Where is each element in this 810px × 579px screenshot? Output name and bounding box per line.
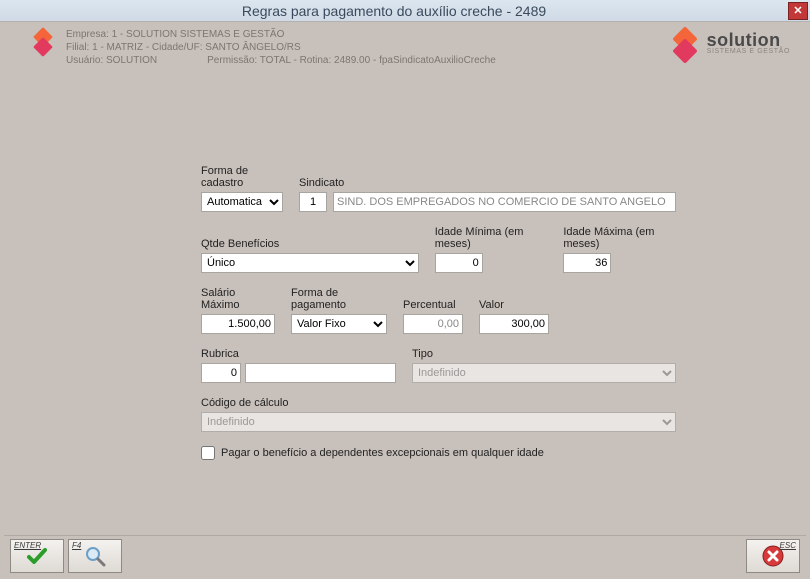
codigo-calculo-select: Indefinido (201, 412, 676, 432)
sindicato-nome-input (333, 192, 676, 212)
enter-hint: ENTER (14, 541, 41, 550)
label-salario-max: Salário Máximo (201, 287, 275, 311)
label-qtde-beneficios: Qtde Benefícios (201, 238, 419, 250)
search-button[interactable]: F4 (68, 539, 122, 573)
footer-toolbar: ENTER F4 ESC (4, 535, 806, 575)
label-pagar-excepcionais: Pagar o benefício a dependentes excepcio… (221, 447, 544, 459)
header-empresa: Empresa: 1 - SOLUTION SISTEMAS E GESTÃO (66, 28, 669, 41)
close-button[interactable]: ✕ (788, 2, 808, 20)
qtde-beneficios-select[interactable]: Único (201, 253, 419, 273)
form-area: Forma de cadastro Automatica Sindicato Q… (201, 165, 676, 460)
header-permissao: Permissão: TOTAL - Rotina: 2489.00 - fpa… (207, 54, 496, 67)
label-idade-max: Idade Máxima (em meses) (563, 226, 676, 250)
app-logo-small (30, 30, 56, 56)
label-tipo: Tipo (412, 348, 676, 360)
percentual-input (403, 314, 463, 334)
form-canvas: Forma de cadastro Automatica Sindicato Q… (6, 70, 804, 529)
brand-icon (669, 30, 701, 62)
brand-subtitle: SISTEMAS E GESTÃO (707, 45, 790, 58)
label-forma-pagamento: Forma de pagamento (291, 287, 387, 311)
label-rubrica: Rubrica (201, 348, 396, 360)
forma-cadastro-select[interactable]: Automatica (201, 192, 283, 212)
titlebar: Regras para pagamento do auxílio creche … (0, 0, 810, 22)
brand-logo: solution SISTEMAS E GESTÃO (669, 30, 790, 62)
label-forma-cadastro: Forma de cadastro (201, 165, 283, 189)
cancel-button[interactable]: ESC (746, 539, 800, 573)
tipo-select: Indefinido (412, 363, 676, 383)
magnifier-icon (83, 544, 107, 568)
esc-hint: ESC (780, 541, 796, 550)
rubrica-nome-input[interactable] (245, 363, 396, 383)
header-usuario: Usuário: SOLUTION (66, 54, 157, 67)
rubrica-cod-input[interactable] (201, 363, 241, 383)
forma-pagamento-select[interactable]: Valor Fixo (291, 314, 387, 334)
valor-input[interactable] (479, 314, 549, 334)
window-title: Regras para pagamento do auxílio creche … (0, 3, 788, 19)
idade-min-input[interactable] (435, 253, 483, 273)
pagar-excepcionais-checkbox[interactable] (201, 446, 215, 460)
label-sindicato: Sindicato (299, 177, 676, 189)
header: Empresa: 1 - SOLUTION SISTEMAS E GESTÃO … (0, 22, 810, 71)
header-info: Empresa: 1 - SOLUTION SISTEMAS E GESTÃO … (66, 28, 669, 67)
sindicato-cod-input[interactable] (299, 192, 327, 212)
salario-max-input[interactable] (201, 314, 275, 334)
header-filial: Filial: 1 - MATRIZ - Cidade/UF: SANTO ÂN… (66, 41, 669, 54)
label-percentual: Percentual (403, 299, 463, 311)
idade-max-input[interactable] (563, 253, 611, 273)
confirm-button[interactable]: ENTER (10, 539, 64, 573)
close-icon: ✕ (793, 4, 802, 17)
label-valor: Valor (479, 299, 549, 311)
label-codigo-calculo: Código de cálculo (201, 397, 676, 409)
label-idade-min: Idade Mínima (em meses) (435, 226, 548, 250)
f4-hint: F4 (72, 541, 81, 550)
